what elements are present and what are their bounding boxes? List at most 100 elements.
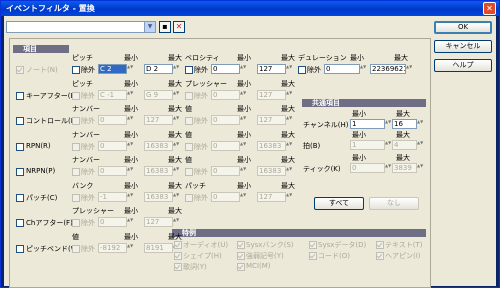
common-max-input[interactable]: 4 <box>392 140 417 150</box>
min-input[interactable]: 0 <box>324 64 360 74</box>
title-bar[interactable]: イベントフィルタ - 置換 ✕ <box>1 1 499 16</box>
min-input[interactable]: 0 <box>211 166 240 176</box>
row-checkbox[interactable] <box>16 142 24 151</box>
spin-icon[interactable]: ▲▼ <box>286 192 292 202</box>
row-checkbox[interactable] <box>16 168 24 176</box>
ok-button[interactable]: OK <box>434 21 492 34</box>
none-button[interactable]: なし <box>369 197 419 210</box>
special-checkbox[interactable] <box>174 241 182 249</box>
row-checkbox[interactable] <box>16 91 24 100</box>
spin-icon[interactable]: ▲▼ <box>417 140 423 150</box>
special-checkbox[interactable] <box>309 241 317 249</box>
spin-icon[interactable]: ▲▼ <box>240 90 246 100</box>
exclude-checkbox[interactable] <box>72 91 80 100</box>
spin-icon[interactable]: ▲▼ <box>406 64 412 74</box>
max-input[interactable]: G 9 <box>144 89 173 100</box>
spin-icon[interactable]: ▲▼ <box>127 192 133 202</box>
exclude-checkbox[interactable] <box>72 244 80 253</box>
chevron-down-icon[interactable]: ▼ <box>144 22 155 32</box>
common-max-input[interactable]: 3839 <box>392 163 417 173</box>
max-input[interactable]: 127 <box>144 217 173 227</box>
spin-icon[interactable]: ▲▼ <box>385 119 391 129</box>
row-checkbox[interactable] <box>16 117 24 125</box>
spin-icon[interactable]: ▲▼ <box>385 163 391 173</box>
spin-icon[interactable]: ▲▼ <box>286 64 292 74</box>
exclude-checkbox[interactable] <box>72 66 80 74</box>
row-checkbox[interactable] <box>16 193 24 202</box>
spin-icon[interactable]: ▲▼ <box>286 115 292 125</box>
cancel-button[interactable]: キャンセル <box>434 40 492 53</box>
spin-icon[interactable]: ▲▼ <box>127 64 133 74</box>
preset-combo[interactable]: ▼ <box>6 21 156 33</box>
min-input[interactable]: 0 <box>211 64 240 74</box>
common-min-input[interactable]: 1 <box>350 140 385 150</box>
spin-icon[interactable]: ▲▼ <box>127 141 133 151</box>
min-input[interactable]: 0 <box>211 89 240 100</box>
spin-icon[interactable]: ▲▼ <box>173 90 179 100</box>
special-checkbox[interactable] <box>376 252 384 260</box>
exclude-checkbox[interactable] <box>72 168 80 176</box>
min-input[interactable]: -1 <box>98 191 127 202</box>
spin-icon[interactable]: ▲▼ <box>360 64 366 74</box>
spin-icon[interactable]: ▲▼ <box>417 163 423 173</box>
max-input[interactable]: D 2 <box>144 64 173 74</box>
min-input[interactable]: -8192 <box>98 242 127 253</box>
max-input[interactable]: 223696212 <box>370 64 406 74</box>
min-input[interactable]: 0 <box>211 191 240 202</box>
spin-icon[interactable]: ▲▼ <box>127 115 133 125</box>
max-input[interactable]: 16383 <box>144 191 173 202</box>
spin-icon[interactable]: ▲▼ <box>127 243 133 253</box>
max-input[interactable]: 127 <box>257 115 286 125</box>
spin-icon[interactable]: ▲▼ <box>173 166 179 176</box>
min-input[interactable]: 0 <box>211 115 240 125</box>
spin-icon[interactable]: ▲▼ <box>240 115 246 125</box>
spin-icon[interactable]: ▲▼ <box>240 64 246 74</box>
min-input[interactable]: C 2 <box>98 64 127 74</box>
min-input[interactable]: 0 <box>98 115 127 125</box>
common-min-input[interactable]: 1 <box>350 119 385 129</box>
max-input[interactable]: 8191 <box>144 242 173 253</box>
row-checkbox[interactable] <box>16 219 24 227</box>
spin-icon[interactable]: ▲▼ <box>173 141 179 151</box>
special-checkbox[interactable] <box>309 252 317 260</box>
max-input[interactable]: 16383 <box>257 166 286 176</box>
exclude-checkbox[interactable] <box>185 193 193 202</box>
all-button[interactable]: すべて <box>314 197 364 210</box>
exclude-checkbox[interactable] <box>72 142 80 151</box>
spin-icon[interactable]: ▲▼ <box>385 140 391 150</box>
spin-icon[interactable]: ▲▼ <box>173 192 179 202</box>
close-button[interactable]: ✕ <box>483 2 496 15</box>
help-button[interactable]: ヘルプ <box>434 59 492 72</box>
special-checkbox[interactable] <box>174 263 182 271</box>
min-input[interactable]: C -1 <box>98 89 127 100</box>
exclude-checkbox[interactable] <box>185 91 193 100</box>
spin-icon[interactable]: ▲▼ <box>127 166 133 176</box>
spin-icon[interactable]: ▲▼ <box>240 141 246 151</box>
exclude-checkbox[interactable] <box>185 66 193 74</box>
min-input[interactable]: 0 <box>98 217 127 227</box>
spin-icon[interactable]: ▲▼ <box>240 192 246 202</box>
spin-icon[interactable]: ▲▼ <box>127 217 133 227</box>
exclude-checkbox[interactable] <box>72 193 80 202</box>
save-preset-button[interactable]: ▪ <box>159 21 171 33</box>
spin-icon[interactable]: ▲▼ <box>286 90 292 100</box>
row-checkbox[interactable] <box>16 66 24 74</box>
spin-icon[interactable]: ▲▼ <box>173 115 179 125</box>
spin-icon[interactable]: ▲▼ <box>127 90 133 100</box>
max-input[interactable]: 127 <box>257 191 286 202</box>
spin-icon[interactable]: ▲▼ <box>173 217 179 227</box>
exclude-checkbox[interactable] <box>72 117 80 125</box>
special-checkbox[interactable] <box>237 252 245 260</box>
delete-preset-button[interactable]: ✕ <box>173 21 185 33</box>
max-input[interactable]: 127 <box>257 89 286 100</box>
min-input[interactable]: 0 <box>211 140 240 151</box>
common-max-input[interactable]: 16 <box>392 119 417 129</box>
spin-icon[interactable]: ▲▼ <box>173 64 179 74</box>
exclude-checkbox[interactable] <box>185 168 193 176</box>
special-checkbox[interactable] <box>376 241 384 249</box>
exclude-checkbox[interactable] <box>72 219 80 227</box>
min-input[interactable]: 0 <box>98 166 127 176</box>
max-input[interactable]: 16383 <box>144 166 173 176</box>
exclude-checkbox[interactable] <box>185 142 193 151</box>
min-input[interactable]: 0 <box>98 140 127 151</box>
